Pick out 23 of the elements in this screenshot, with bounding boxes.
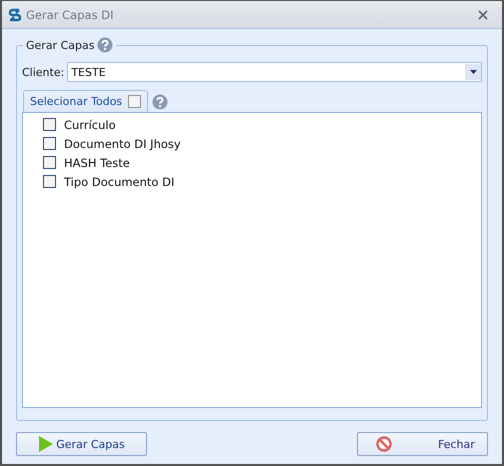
item-label: Tipo Documento DI — [64, 174, 174, 188]
window-title: Gerar Capas DI — [26, 8, 114, 22]
help-icon[interactable] — [97, 37, 114, 53]
item-checkbox[interactable] — [43, 156, 56, 169]
client-label: Cliente: — [22, 66, 64, 78]
item-checkbox[interactable] — [43, 118, 56, 131]
select-all-checkbox[interactable] — [128, 95, 142, 108]
no-entry-icon — [376, 436, 392, 452]
select-all-tab[interactable]: Selecionar Todos — [23, 90, 148, 112]
help-icon[interactable] — [152, 94, 168, 110]
item-label: HASH Teste — [64, 156, 130, 170]
item-checkbox[interactable] — [43, 137, 56, 150]
group-title: Gerar Capas — [26, 38, 94, 52]
caret-icon — [470, 70, 476, 74]
close-button[interactable]: Fechar — [357, 432, 488, 456]
generate-button[interactable]: Gerar Capas — [16, 432, 147, 456]
item-checkbox[interactable] — [43, 175, 56, 188]
app-logo-icon — [8, 8, 22, 22]
client-dropdown[interactable]: TESTE — [67, 62, 482, 82]
close-icon[interactable] — [478, 10, 488, 20]
item-label: Currículo — [64, 118, 116, 132]
play-icon — [38, 436, 54, 452]
item-label: Documento DI Jhosy — [64, 136, 181, 150]
